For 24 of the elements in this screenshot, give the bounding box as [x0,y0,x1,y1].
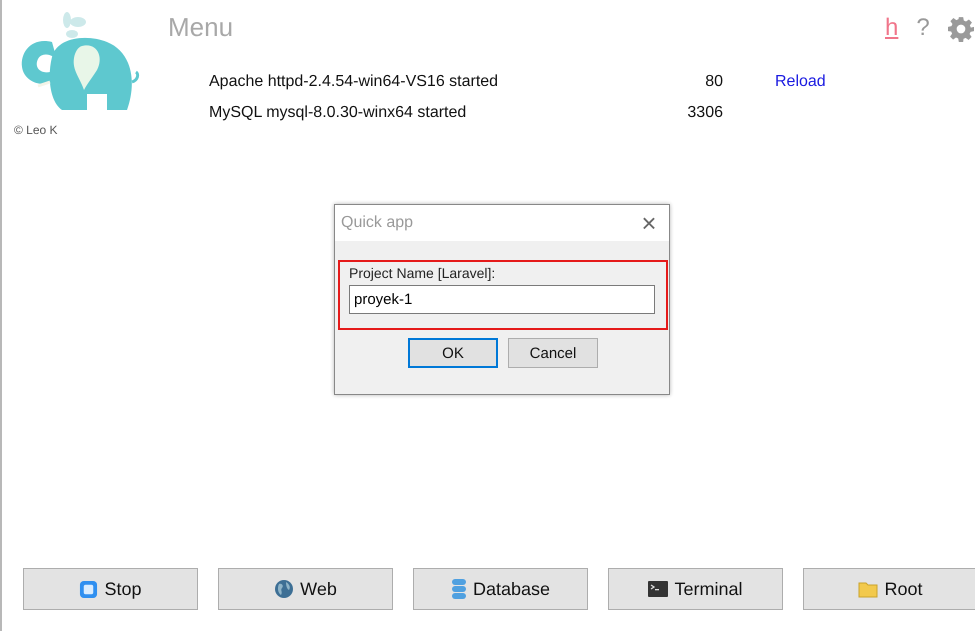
database-icon [450,578,467,600]
field-label: Project Name [Laravel]: [349,265,496,281]
folder-icon [858,580,878,598]
service-status: Apache httpd-2.4.54-win64-VS16 started [209,73,500,91]
close-button[interactable]: × [629,205,669,241]
terminal-icon [648,581,668,597]
menu-title: Menu [168,12,234,43]
dialog-button[interactable]: Cancel [508,338,598,368]
toolbar-button[interactable]: Web [218,568,393,610]
input-field[interactable]: proyek-1 [349,285,655,314]
service-port: 80 [704,73,723,91]
toolbar-button[interactable]: Database [413,568,588,610]
reload-link[interactable]: Reload [775,73,826,91]
toolbar-button[interactable]: Terminal [608,568,783,610]
toolbar-button[interactable]: Root [803,568,975,610]
service-port: 3306 [686,104,723,122]
copyright-text: © Leo K [14,123,58,137]
dialog-title: Quick app [341,214,414,232]
dialog-button[interactable]: OK [408,338,498,368]
settings-icon[interactable] [948,16,974,42]
toolbar-button[interactable]: Stop [23,568,198,610]
globe-icon [274,579,294,599]
service-status: MySQL mysql-8.0.30-winx64 started [209,104,468,122]
square-icon [79,580,98,598]
